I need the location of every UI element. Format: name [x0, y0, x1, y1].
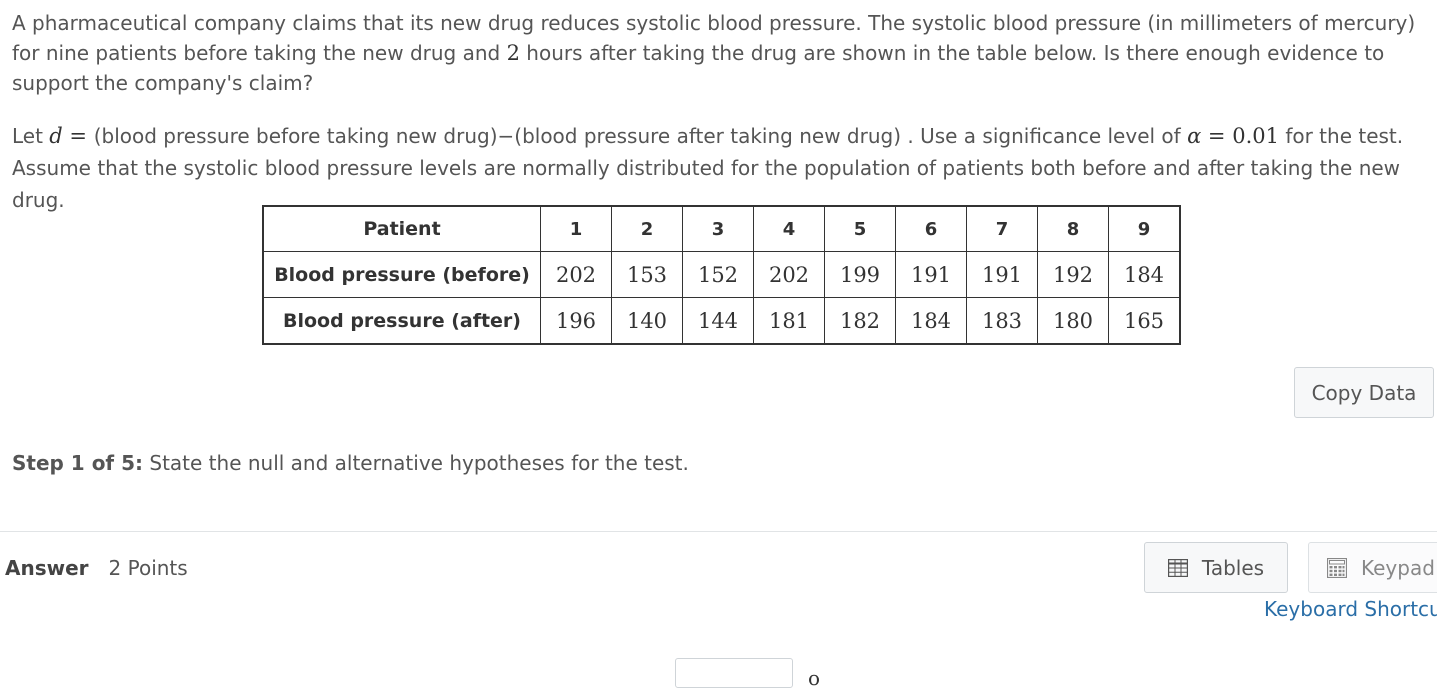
table-cell: 144 [682, 297, 754, 345]
table-cell: 202 [540, 251, 612, 298]
table-cell: 181 [753, 297, 825, 345]
calculator-keypad-icon [1327, 557, 1347, 578]
table-header-cell: 1 [540, 205, 612, 252]
table-grid-icon [1167, 558, 1188, 577]
table-cell: 191 [966, 251, 1038, 298]
table-cell: 191 [895, 251, 967, 298]
table-cell: 184 [1108, 251, 1181, 298]
table-cell: 182 [824, 297, 896, 345]
problem-paragraph-2: Let d = (blood pressure before taking ne… [12, 124, 1404, 212]
table-cell: 196 [540, 297, 612, 345]
step-label: Step 1 of 5: [12, 451, 144, 475]
table-cell: 199 [824, 251, 896, 298]
table-cell: 202 [753, 251, 825, 298]
step-text: State the null and alternative hypothese… [143, 451, 689, 475]
table-row-before: Blood pressure (before) 202 153 152 202 … [262, 251, 1181, 298]
table-cell: 165 [1108, 297, 1181, 345]
keyboard-shortcuts-link[interactable]: Keyboard Shortcu [1264, 594, 1437, 624]
table-cell: 192 [1037, 251, 1109, 298]
copy-data-button[interactable]: Copy Data [1294, 367, 1434, 418]
answer-header: Answer 2 Points [5, 553, 188, 583]
table-cell: 140 [611, 297, 683, 345]
answer-label: Answer [5, 556, 89, 580]
step-instruction: Step 1 of 5: State the null and alternat… [12, 448, 689, 478]
partial-symbol: o [808, 666, 821, 690]
table-row-after: Blood pressure (after) 196 140 144 181 1… [262, 297, 1181, 345]
table-cell: 153 [611, 251, 683, 298]
blood-pressure-table: Patient 1 2 3 4 5 6 7 8 9 Blood pressure… [262, 205, 1181, 345]
keypad-button[interactable]: Keypad [1308, 542, 1437, 593]
table-cell: 180 [1037, 297, 1109, 345]
table-header-cell: 7 [966, 205, 1038, 252]
table-cell: 184 [895, 297, 967, 345]
table-header-cell: 3 [682, 205, 754, 252]
tables-label: Tables [1201, 555, 1265, 580]
table-cell: 152 [682, 251, 754, 298]
points-label: 2 Points [108, 556, 188, 580]
table-header-cell: 2 [611, 205, 683, 252]
table-header-cell: 9 [1108, 205, 1181, 252]
problem-paragraph-1: A pharmaceutical company claims that its… [12, 11, 1416, 95]
table-cell: 183 [966, 297, 1038, 345]
section-divider [0, 531, 1437, 532]
row-label-after: Blood pressure (after) [262, 297, 541, 345]
table-header-label: Patient [262, 205, 541, 252]
table-header-cell: 5 [824, 205, 896, 252]
answer-dropdown[interactable] [675, 658, 793, 688]
table-header-cell: 8 [1037, 205, 1109, 252]
keypad-label: Keypad [1361, 555, 1435, 580]
row-label-before: Blood pressure (before) [262, 251, 541, 298]
table-header-row: Patient 1 2 3 4 5 6 7 8 9 [262, 205, 1181, 252]
table-header-cell: 6 [895, 205, 967, 252]
tables-button[interactable]: Tables [1144, 542, 1288, 593]
problem-statement: A pharmaceutical company claims that its… [12, 8, 1437, 216]
table-header-cell: 4 [753, 205, 825, 252]
